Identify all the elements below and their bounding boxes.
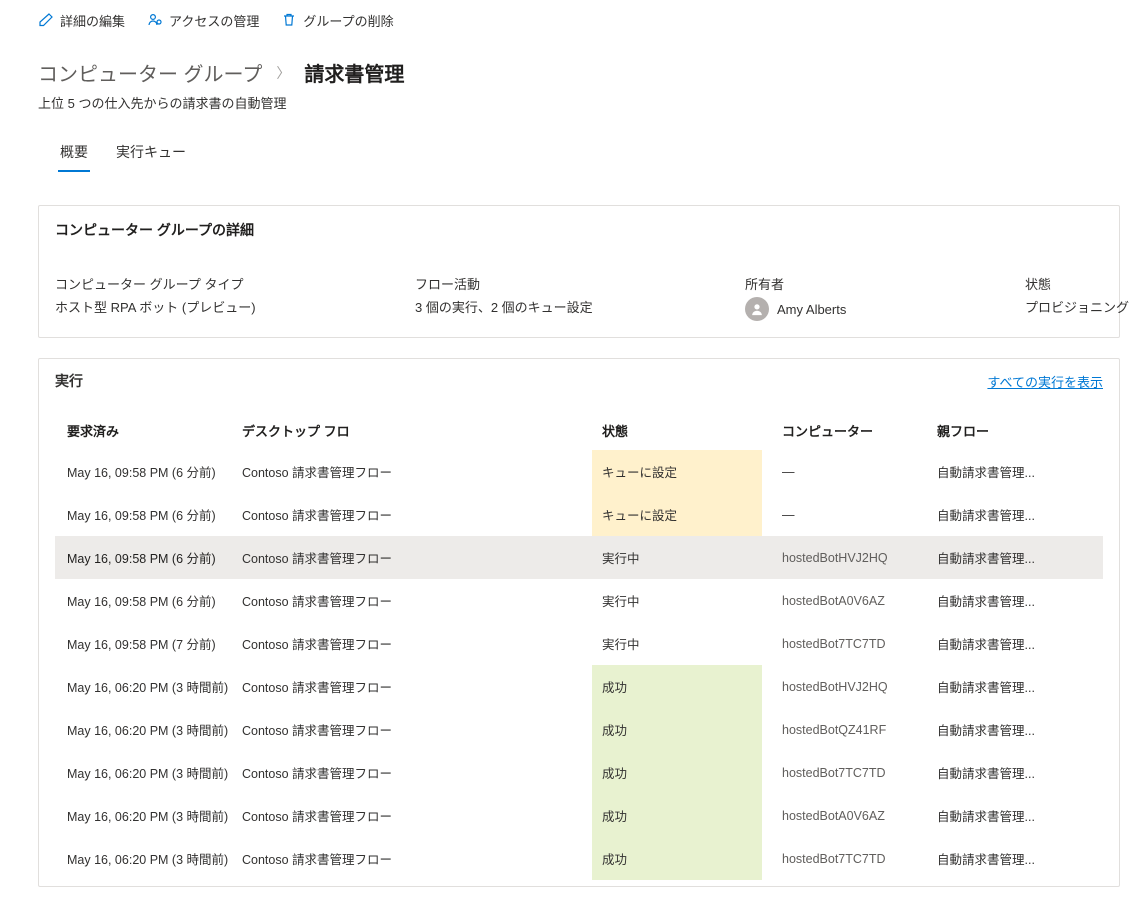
access-icon: [147, 12, 163, 28]
cell-requested: May 16, 09:58 PM (6 分前): [67, 591, 242, 610]
chevron-right-icon: 〉: [276, 63, 290, 83]
cell-computer: hostedBotHVJ2HQ: [782, 551, 937, 565]
cell-parent-flow: 自動請求書管理...: [937, 849, 1103, 868]
person-icon: [750, 302, 764, 316]
manage-access-label: アクセスの管理: [169, 11, 259, 30]
cell-parent-flow: 自動請求書管理...: [937, 505, 1103, 524]
col-parent[interactable]: 親フロー: [937, 421, 1103, 440]
cell-computer: —: [782, 508, 937, 522]
status-badge: 実行中: [592, 536, 762, 579]
cell-parent-flow: 自動請求書管理...: [937, 591, 1103, 610]
cell-computer: hostedBotQZ41RF: [782, 723, 937, 737]
table-row[interactable]: May 16, 06:20 PM (3 時間前)Contoso 請求書管理フロー…: [55, 794, 1103, 837]
tabs: 概要 実行キュー: [38, 136, 1130, 173]
edit-details-label: 詳細の編集: [60, 11, 125, 30]
delete-group-button[interactable]: グループの削除: [281, 11, 393, 30]
status-badge: 成功: [592, 665, 762, 708]
table-row[interactable]: May 16, 09:58 PM (6 分前)Contoso 請求書管理フロー実…: [55, 536, 1103, 579]
cell-parent-flow: 自動請求書管理...: [937, 720, 1103, 739]
status-badge: キューに設定: [592, 450, 762, 493]
cell-requested: May 16, 06:20 PM (3 時間前): [67, 677, 242, 696]
cell-computer: hostedBotA0V6AZ: [782, 594, 937, 608]
cell-flow: Contoso 請求書管理フロー: [242, 505, 602, 524]
edit-icon: [38, 12, 54, 28]
tab-queue[interactable]: 実行キュー: [116, 136, 186, 172]
show-all-runs-link[interactable]: すべての実行を表示: [987, 372, 1103, 391]
cell-parent-flow: 自動請求書管理...: [937, 677, 1103, 696]
cell-flow: Contoso 請求書管理フロー: [242, 548, 602, 567]
trash-icon: [281, 12, 297, 28]
cell-flow: Contoso 請求書管理フロー: [242, 763, 602, 782]
group-details-card: コンピューター グループの詳細 コンピューター グループ タイプ ホスト型 RP…: [38, 205, 1120, 338]
status-badge: 実行中: [592, 579, 762, 622]
runs-title: 実行: [55, 371, 83, 391]
cell-requested: May 16, 06:20 PM (3 時間前): [67, 849, 242, 868]
breadcrumb-current: 請求書管理: [304, 58, 404, 87]
cell-flow: Contoso 請求書管理フロー: [242, 720, 602, 739]
col-status[interactable]: 状態: [602, 421, 782, 440]
edit-details-button[interactable]: 詳細の編集: [38, 11, 125, 30]
cell-requested: May 16, 09:58 PM (6 分前): [67, 505, 242, 524]
owner-value: Amy Alberts: [777, 302, 846, 317]
status-badge: キューに設定: [592, 493, 762, 536]
group-type-value: ホスト型 RPA ボット (プレビュー): [55, 297, 355, 316]
cell-flow: Contoso 請求書管理フロー: [242, 462, 602, 481]
cell-computer: hostedBot7TC7TD: [782, 852, 937, 866]
group-type-label: コンピューター グループ タイプ: [55, 274, 355, 293]
breadcrumb: コンピューター グループ 〉 請求書管理: [38, 58, 1130, 87]
cell-requested: May 16, 06:20 PM (3 時間前): [67, 720, 242, 739]
group-details-title: コンピューター グループの詳細: [39, 206, 1119, 244]
cell-computer: hostedBot7TC7TD: [782, 637, 937, 651]
table-row[interactable]: May 16, 06:20 PM (3 時間前)Contoso 請求書管理フロー…: [55, 665, 1103, 708]
status-badge: 実行中: [592, 622, 762, 665]
cell-flow: Contoso 請求書管理フロー: [242, 591, 602, 610]
status-badge: 成功: [592, 794, 762, 837]
cell-parent-flow: 自動請求書管理...: [937, 763, 1103, 782]
cell-computer: hostedBotHVJ2HQ: [782, 680, 937, 694]
cell-parent-flow: 自動請求書管理...: [937, 634, 1103, 653]
flow-activity-value: 3 個の実行、2 個のキュー設定: [415, 297, 685, 316]
cell-flow: Contoso 請求書管理フロー: [242, 849, 602, 868]
owner-label: 所有者: [745, 274, 965, 293]
flow-activity-label: フロー活動: [415, 274, 685, 293]
cell-flow: Contoso 請求書管理フロー: [242, 634, 602, 653]
table-row[interactable]: May 16, 09:58 PM (7 分前)Contoso 請求書管理フロー実…: [55, 622, 1103, 665]
cell-requested: May 16, 06:20 PM (3 時間前): [67, 763, 242, 782]
cell-computer: hostedBot7TC7TD: [782, 766, 937, 780]
runs-table-header: 要求済み デスクトップ フロ 状態 コンピューター 親フロー: [55, 411, 1103, 450]
cell-requested: May 16, 09:58 PM (7 分前): [67, 634, 242, 653]
state-label: 状態: [1025, 274, 1130, 293]
breadcrumb-parent[interactable]: コンピューター グループ: [38, 58, 262, 87]
table-row[interactable]: May 16, 09:58 PM (6 分前)Contoso 請求書管理フローキ…: [55, 493, 1103, 536]
table-row[interactable]: May 16, 09:58 PM (6 分前)Contoso 請求書管理フローキ…: [55, 450, 1103, 493]
cell-requested: May 16, 09:58 PM (6 分前): [67, 462, 242, 481]
col-flow[interactable]: デスクトップ フロ: [242, 421, 602, 440]
cell-computer: —: [782, 465, 937, 479]
table-row[interactable]: May 16, 06:20 PM (3 時間前)Contoso 請求書管理フロー…: [55, 837, 1103, 880]
col-requested[interactable]: 要求済み: [67, 421, 242, 440]
cell-parent-flow: 自動請求書管理...: [937, 462, 1103, 481]
cell-parent-flow: 自動請求書管理...: [937, 806, 1103, 825]
cell-computer: hostedBotA0V6AZ: [782, 809, 937, 823]
delete-group-label: グループの削除: [303, 11, 393, 30]
col-computer[interactable]: コンピューター: [782, 421, 937, 440]
table-row[interactable]: May 16, 06:20 PM (3 時間前)Contoso 請求書管理フロー…: [55, 708, 1103, 751]
avatar: [745, 297, 769, 321]
state-value: プロビジョニング中: [1025, 297, 1130, 316]
cell-parent-flow: 自動請求書管理...: [937, 548, 1103, 567]
tab-overview[interactable]: 概要: [60, 136, 88, 172]
cell-flow: Contoso 請求書管理フロー: [242, 677, 602, 696]
runs-card: 実行 すべての実行を表示 要求済み デスクトップ フロ 状態 コンピューター 親…: [38, 358, 1120, 887]
manage-access-button[interactable]: アクセスの管理: [147, 11, 259, 30]
status-badge: 成功: [592, 751, 762, 794]
status-badge: 成功: [592, 837, 762, 880]
toolbar: 詳細の編集 アクセスの管理 グループの削除: [0, 0, 1130, 42]
table-row[interactable]: May 16, 06:20 PM (3 時間前)Contoso 請求書管理フロー…: [55, 751, 1103, 794]
table-row[interactable]: May 16, 09:58 PM (6 分前)Contoso 請求書管理フロー実…: [55, 579, 1103, 622]
cell-requested: May 16, 09:58 PM (6 分前): [67, 548, 242, 567]
status-badge: 成功: [592, 708, 762, 751]
page-subtitle: 上位 5 つの仕入先からの請求書の自動管理: [38, 93, 1130, 112]
cell-flow: Contoso 請求書管理フロー: [242, 806, 602, 825]
cell-requested: May 16, 06:20 PM (3 時間前): [67, 806, 242, 825]
